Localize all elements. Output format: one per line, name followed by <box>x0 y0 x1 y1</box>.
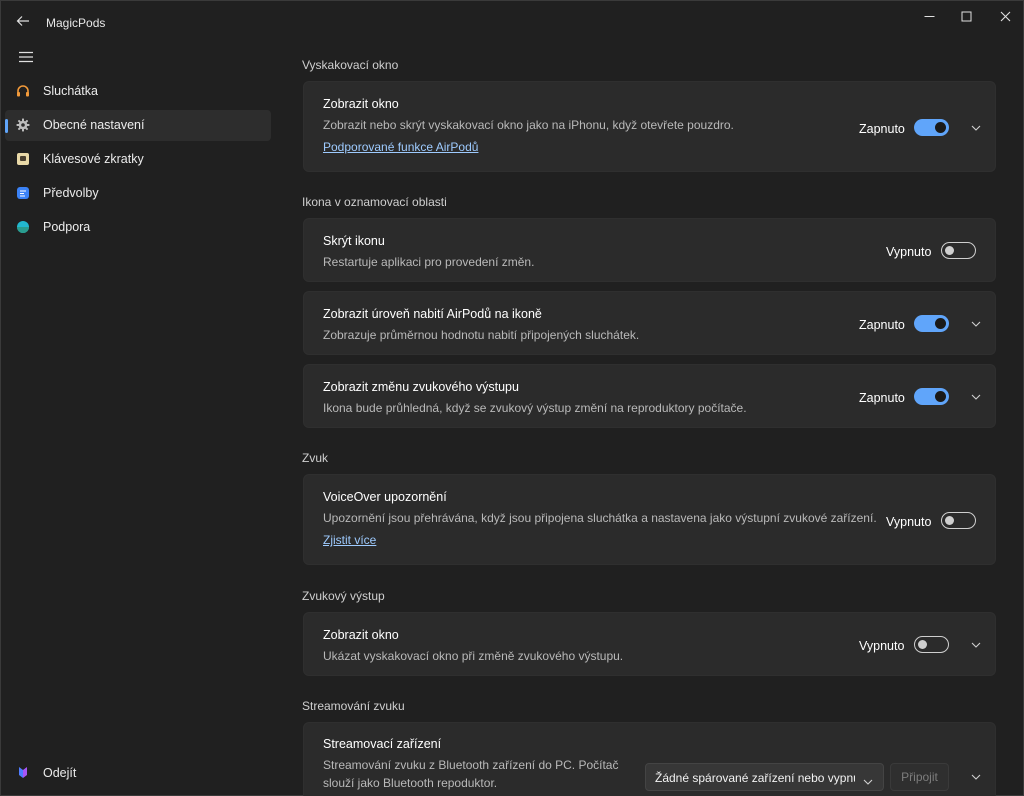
sidebar-item-label: Předvolby <box>43 186 99 200</box>
minimize-icon <box>924 15 934 17</box>
sidebar-item-label: Podpora <box>43 220 91 234</box>
keyboard-icon <box>16 152 30 166</box>
hamburger-icon <box>19 51 33 63</box>
setting-description: Upozornění jsou přehrávána, když jsou př… <box>323 511 877 525</box>
section-heading-streaming: Streamování zvuku <box>302 699 405 713</box>
back-button[interactable] <box>9 7 37 35</box>
learn-more-link[interactable]: Zjistit více <box>323 533 376 547</box>
setting-title: Zobrazit okno <box>323 628 399 642</box>
sidebar-item-label: Obecné nastavení <box>43 118 145 132</box>
chevron-down-icon <box>971 642 981 648</box>
setting-description-line-1: Streamování zvuku z Bluetooth zařízení d… <box>323 758 619 772</box>
support-icon <box>16 220 30 234</box>
exit-button[interactable]: Odejít <box>5 758 271 789</box>
setting-description: Restartuje aplikaci pro provedení změn. <box>323 255 535 269</box>
hide-icon-toggle[interactable] <box>941 242 976 259</box>
sidebar-item-general-settings[interactable]: Obecné nastavení <box>5 110 271 141</box>
chevron-down-icon <box>971 125 981 131</box>
setting-description: Zobrazuje průměrnou hodnotu nabití připo… <box>323 328 640 342</box>
exit-icon <box>16 766 30 780</box>
sidebar-item-label: Sluchátka <box>43 84 98 98</box>
setting-card-output-change: Zobrazit změnu zvukového výstupu Ikona b… <box>303 364 996 428</box>
maximize-button[interactable] <box>946 1 986 31</box>
expand-button[interactable] <box>969 638 983 652</box>
show-popup-toggle[interactable] <box>914 119 949 136</box>
toggle-state-label: Zapnuto <box>859 391 905 405</box>
app-title: MagicPods <box>46 16 106 30</box>
sidebar-item-label: Klávesové zkratky <box>43 152 144 166</box>
battery-level-toggle[interactable] <box>914 315 949 332</box>
close-button[interactable] <box>985 1 1024 31</box>
arrow-left-icon <box>16 16 29 26</box>
output-change-toggle[interactable] <box>914 388 949 405</box>
expand-button[interactable] <box>969 317 983 331</box>
setting-description: Ukázat vyskakovací okno při změně zvukov… <box>323 649 624 663</box>
toggle-state-label: Vypnuto <box>886 245 932 259</box>
supported-features-link[interactable]: Podporované funkce AirPodů <box>323 140 478 154</box>
sidebar-item-presets[interactable]: Předvolby <box>5 178 271 209</box>
setting-title: Skrýt ikonu <box>323 234 385 248</box>
maximize-icon <box>961 11 971 21</box>
setting-description-line-2: slouží jako Bluetooth repoduktor. <box>323 776 498 790</box>
toggle-state-label: Zapnuto <box>859 318 905 332</box>
streaming-device-select[interactable]: Žádné spárované zařízení nebo vypnuto <box>645 763 884 791</box>
setting-description: Zobrazit nebo skrýt vyskakovací okno jak… <box>323 118 734 132</box>
gear-icon <box>16 118 30 132</box>
section-heading-sound: Zvuk <box>302 451 329 465</box>
voiceover-toggle[interactable] <box>941 512 976 529</box>
expand-button[interactable] <box>969 121 983 135</box>
headphones-icon <box>16 84 30 98</box>
setting-card-output-popup: Zobrazit okno Ukázat vyskakovací okno př… <box>303 612 996 676</box>
menu-button[interactable] <box>11 43 41 71</box>
setting-card-battery-level: Zobrazit úroveň nabití AirPodů na ikoně … <box>303 291 996 355</box>
chevron-down-icon <box>971 321 981 327</box>
setting-card-streaming-device: Streamovací zařízení Streamování zvuku z… <box>303 722 996 796</box>
expand-button[interactable] <box>969 390 983 404</box>
section-heading-tray: Ikona v oznamovací oblasti <box>302 195 447 209</box>
toggle-state-label: Zapnuto <box>859 122 905 136</box>
selected-device-value: Žádné spárované zařízení nebo vypnuto <box>655 771 855 785</box>
sidebar-item-support[interactable]: Podpora <box>5 212 271 243</box>
setting-title: Zobrazit úroveň nabití AirPodů na ikoně <box>323 307 542 321</box>
setting-title: Zobrazit změnu zvukového výstupu <box>323 380 519 394</box>
minimize-button[interactable] <box>909 1 949 31</box>
toggle-state-label: Vypnuto <box>859 639 905 653</box>
output-popup-toggle[interactable] <box>914 636 949 653</box>
close-icon <box>1000 11 1010 21</box>
expand-button[interactable] <box>969 770 983 784</box>
setting-title: VoiceOver upozornění <box>323 490 447 504</box>
setting-card-show-popup: Zobrazit okno Zobrazit nebo skrýt vyskak… <box>303 81 996 172</box>
section-heading-popup: Vyskakovací okno <box>302 58 399 72</box>
app-window: MagicPods Sluchátka Obecné nastavení Klá… <box>0 0 1024 796</box>
presets-icon <box>16 186 30 200</box>
setting-card-hide-icon: Skrýt ikonu Restartuje aplikaci pro prov… <box>303 218 996 282</box>
setting-title: Zobrazit okno <box>323 97 399 111</box>
sidebar-item-headphones[interactable]: Sluchátka <box>5 76 271 107</box>
chevron-down-icon <box>971 394 981 400</box>
setting-title: Streamovací zařízení <box>323 737 442 751</box>
setting-description: Ikona bude průhledná, když se zvukový vý… <box>323 401 747 415</box>
toggle-state-label: Vypnuto <box>886 515 932 529</box>
setting-card-voiceover: VoiceOver upozornění Upozornění jsou pře… <box>303 474 996 565</box>
exit-label: Odejít <box>43 766 77 780</box>
chevron-down-icon <box>863 772 873 790</box>
chevron-down-icon <box>971 774 981 780</box>
section-heading-output: Zvukový výstup <box>302 589 385 603</box>
title-bar: MagicPods <box>1 1 1023 41</box>
connect-button[interactable]: Připojit <box>890 763 949 791</box>
sidebar-item-keyboard-shortcuts[interactable]: Klávesové zkratky <box>5 144 271 175</box>
